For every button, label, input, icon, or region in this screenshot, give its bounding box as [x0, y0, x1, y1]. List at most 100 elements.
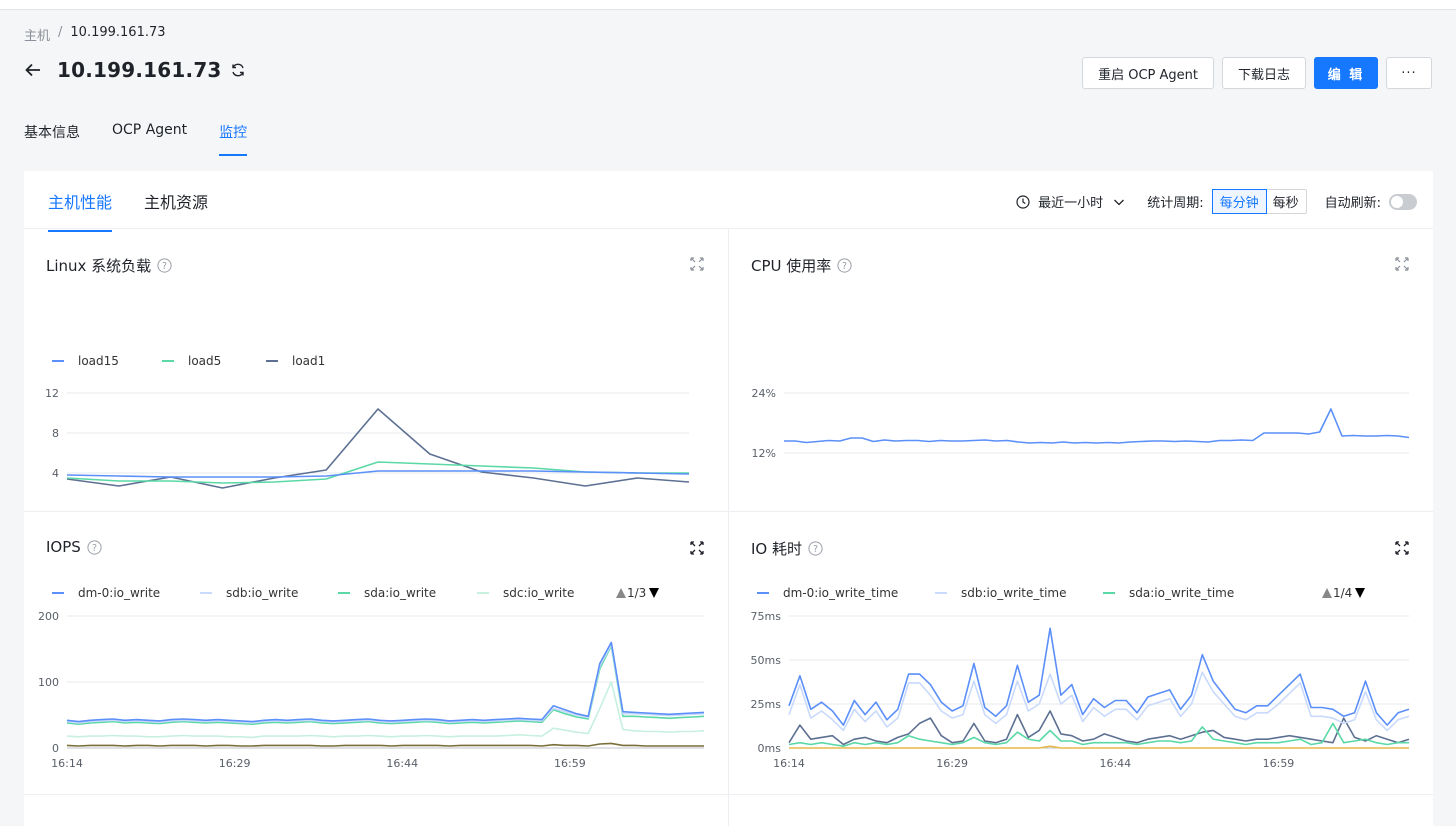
legend-item: sda:io_write [338, 586, 436, 600]
caret-up-icon [1322, 588, 1332, 598]
series-line [789, 745, 1409, 749]
tab-monitor[interactable]: 监控 [219, 122, 248, 156]
plot-area: 0 100 200 16:14 16:29 16:44 16:59 [38, 610, 705, 770]
expand-icon[interactable] [1395, 541, 1409, 555]
caret-down-icon [1355, 588, 1365, 598]
series-line [66, 643, 705, 724]
title-row: 10.199.161.73 [24, 58, 246, 82]
monitor-panel: 主机性能 主机资源 最近一小时 统计周期: 每分钟 每秒 自动刷新: Linux… [24, 171, 1433, 826]
chart-cpu-usage: 0%12%24%16:1416:2916:4416:59 [752, 387, 1410, 460]
period-minute-option[interactable]: 每分钟 [1211, 189, 1267, 214]
refresh-icon[interactable] [230, 62, 246, 78]
legend-pager: 1/4 [1322, 586, 1365, 600]
chart-title-iops: IOPS ? [46, 538, 102, 556]
legend-item: sdb:io_write_time [935, 586, 1067, 600]
x-tick-label: 16:14 [773, 757, 805, 770]
legend-label: dm-0:io_write [78, 586, 160, 600]
x-tick-label: 16:59 [1263, 757, 1295, 770]
caret-down-icon [649, 588, 659, 598]
help-icon[interactable]: ? [808, 541, 823, 556]
y-tick-label: 12% [752, 447, 776, 460]
subtab-host-performance[interactable]: 主机性能 [48, 189, 113, 232]
breadcrumb-separator: / [58, 25, 63, 40]
legend-label: sdb:io_write_time [961, 586, 1067, 600]
chart-title-io-time: IO 耗时 ? [751, 538, 823, 559]
legend-item: load1 [266, 354, 325, 368]
series-line [788, 722, 1409, 747]
y-tick-label: 25ms [751, 698, 782, 711]
chart-title-text: IO 耗时 [751, 540, 802, 558]
legend-item: sdc:io_write [477, 586, 574, 600]
svg-text:?: ? [162, 261, 167, 272]
x-tick-label: 16:14 [51, 757, 83, 770]
plot-area: 0%12%24%16:1416:2916:4416:59 [752, 387, 1410, 460]
chart-io-time: 0ms 25ms 50ms 75ms 16:14 16:29 16:44 16:59 dm-0:… [751, 586, 1410, 770]
auto-refresh-label: 自动刷新: [1324, 196, 1381, 211]
svg-text:?: ? [92, 543, 97, 554]
edit-button[interactable]: 编 辑 [1314, 57, 1378, 89]
more-button[interactable]: ··· [1386, 57, 1432, 89]
y-tick-label: 200 [38, 610, 59, 623]
svg-text:?: ? [813, 544, 818, 555]
expand-icon[interactable] [1395, 257, 1409, 271]
legend-pager-text: 1/3 [627, 586, 646, 600]
x-tick-label: 16:29 [219, 757, 251, 770]
series-line [784, 408, 1410, 444]
subtab-host-resource[interactable]: 主机资源 [144, 189, 208, 232]
y-tick-label: 0ms [758, 742, 782, 755]
tab-ocp-agent[interactable]: OCP Agent [112, 122, 187, 156]
series-line [66, 644, 705, 725]
legend-label: load1 [292, 354, 325, 368]
chart-title-text: Linux 系统负载 [46, 257, 152, 275]
arrow-left-icon[interactable] [24, 61, 42, 79]
main-tabs: 基本信息 OCP Agent 监控 [24, 122, 248, 156]
y-tick-label: 75ms [751, 610, 782, 623]
legend-label: dm-0:io_write_time [783, 586, 898, 600]
auto-refresh-toggle[interactable] [1389, 193, 1417, 210]
expand-icon[interactable] [690, 541, 704, 555]
series-line [66, 470, 690, 478]
help-icon[interactable]: ? [87, 539, 102, 555]
breadcrumb-current: 10.199.161.73 [70, 25, 166, 40]
legend-item: dm-0:io_write_time [757, 586, 898, 600]
monitor-toolbar: 最近一小时 统计周期: 每分钟 每秒 自动刷新: [1016, 189, 1417, 214]
tab-basic-info[interactable]: 基本信息 [24, 122, 80, 156]
clock-icon [1016, 194, 1030, 209]
legend-item: load15 [52, 354, 119, 368]
breadcrumb-parent[interactable]: 主机 [24, 25, 50, 44]
period-second-option[interactable]: 每秒 [1266, 190, 1306, 213]
download-log-button[interactable]: 下载日志 [1221, 57, 1306, 89]
period-segmented: 每分钟 每秒 [1211, 189, 1307, 214]
y-tick-label: 24% [752, 387, 776, 400]
chart-title-text: IOPS [46, 538, 81, 556]
x-tick-label: 16:59 [554, 757, 586, 770]
breadcrumb: 主机 / 10.199.161.73 [24, 25, 166, 44]
chevron-down-icon [1114, 199, 1125, 205]
top-bar [0, 0, 1456, 10]
help-icon[interactable]: ? [157, 258, 172, 273]
y-tick-label: 50ms [751, 654, 782, 667]
time-range-select[interactable]: 最近一小时 [1016, 192, 1125, 211]
series-line [788, 627, 1410, 726]
legend-label: sda:io_write [364, 586, 436, 600]
y-tick-label: 100 [38, 676, 59, 689]
plot-area: 0481216:5917:0217:0517:0817:11 [45, 387, 690, 489]
expand-icon[interactable] [690, 257, 704, 271]
y-tick-label: 12 [45, 387, 59, 400]
legend-label: sda:io_write_time [1129, 586, 1234, 600]
caret-up-icon [616, 588, 626, 598]
x-tick-label: 16:44 [1099, 757, 1131, 770]
sub-tabs: 主机性能 主机资源 [48, 189, 208, 232]
y-tick-label: 8 [52, 427, 59, 440]
help-icon[interactable]: ? [837, 258, 852, 273]
legend-item: sdb:io_write [200, 586, 298, 600]
y-tick-label: 4 [52, 467, 59, 480]
plot-area: 0ms 25ms 50ms 75ms 16:14 16:29 16:44 16:59 [751, 610, 1410, 770]
series-line [788, 671, 1410, 732]
legend-pager-text: 1/4 [1333, 586, 1352, 600]
chart-iops: 0 100 200 16:14 16:29 16:44 16:59 dm-0:io_write… [38, 586, 705, 770]
x-tick-label: 16:29 [936, 757, 968, 770]
chart-title-cpu: CPU 使用率 ? [751, 255, 852, 276]
legend-pager: 1/3 [616, 586, 659, 600]
restart-agent-button[interactable]: 重启 OCP Agent [1082, 57, 1214, 89]
